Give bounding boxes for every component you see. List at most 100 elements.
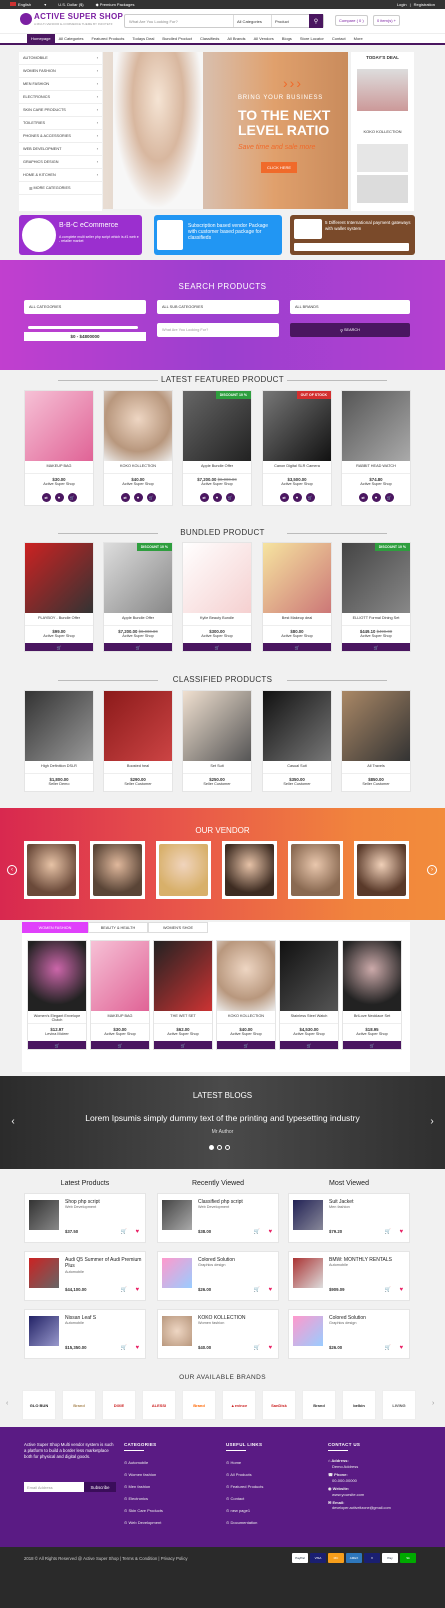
product-seller[interactable]: Active Super Shop — [343, 1032, 401, 1041]
product-seller[interactable]: Active Super Shop — [263, 634, 331, 643]
product-image[interactable] — [104, 691, 172, 761]
list-item[interactable]: Suit Jacket Men fashion $79.20 🛒 ♥ — [288, 1193, 410, 1243]
add-to-cart-button[interactable]: 🛒 — [28, 1041, 86, 1049]
list-item-name[interactable]: Audi Q5 Summer of Audi Premium Plus — [65, 1257, 143, 1269]
product-image[interactable]: DISCOUNT 10 % — [342, 543, 410, 613]
product-image[interactable] — [343, 941, 401, 1011]
product-card[interactable]: PLAYBOY - Bundle Offer $99.00 Active Super… — [24, 542, 94, 652]
product-name[interactable]: Best Makeup deal — [263, 613, 331, 625]
promo-b2b[interactable]: B-B-C eCommerce A complete multi seller … — [19, 215, 142, 255]
product-card[interactable]: High Definition DSLR $1,800.00 Seller Demo — [24, 690, 94, 792]
product-name[interactable]: Boosted heal — [104, 761, 172, 773]
cart-icon[interactable]: 🛒 — [254, 1345, 260, 1351]
product-card[interactable]: Best Makeup deal $80.00 Active Super Shop 🛒 — [262, 542, 332, 652]
product-image[interactable] — [25, 543, 93, 613]
add-to-cart-button[interactable]: 🛒 — [263, 643, 331, 651]
blog-dot[interactable] — [209, 1145, 214, 1150]
type-select[interactable]: Product — [271, 15, 309, 27]
footer-category-link[interactable]: ⊙ Web Development — [124, 1520, 161, 1525]
category-select[interactable]: All Categories — [233, 15, 271, 27]
newsletter-email-input[interactable]: Email Address — [24, 1482, 84, 1492]
product-name[interactable]: All Travels — [342, 761, 410, 773]
nav-todays-deal[interactable]: Todays Deal — [128, 34, 158, 43]
product-name[interactable]: Apple Bundle Offer — [104, 613, 172, 625]
product-image[interactable] — [263, 691, 331, 761]
premium-packages-link[interactable]: ◆ Premium Packages — [96, 2, 147, 7]
heart-icon[interactable]: ♥ — [292, 493, 302, 502]
brand-logo[interactable]: belkin — [342, 1390, 376, 1420]
heart-icon[interactable]: ♥ — [371, 493, 381, 502]
product-name[interactable]: Apple Bundle Offer — [183, 461, 251, 473]
list-item-image[interactable] — [162, 1200, 192, 1230]
tab-women-fashion[interactable]: WOMEN FASHION — [22, 922, 88, 933]
brand-logo[interactable]: LIVING — [382, 1390, 416, 1420]
add-to-cart-button[interactable]: 🛒 — [25, 643, 93, 651]
cart-icon[interactable]: 🛒 — [121, 1287, 127, 1293]
nav-bundled-product[interactable]: Bundled Product — [158, 34, 196, 43]
vendor-card[interactable] — [90, 841, 145, 899]
product-name[interactable]: ELLIOTT Formal Dining Set — [342, 613, 410, 625]
product-image[interactable] — [25, 391, 93, 461]
blog-dot[interactable] — [225, 1145, 230, 1150]
cart-icon[interactable]: 🛒 — [385, 1345, 391, 1351]
heart-icon[interactable]: ♥ — [268, 1287, 272, 1293]
footer-useful-link[interactable]: ⊙ Contact — [226, 1496, 244, 1501]
footer-useful-link[interactable]: ⊙ new page1 — [226, 1508, 250, 1513]
product-seller[interactable]: Active Super Shop — [25, 634, 93, 643]
category-item[interactable]: PHONES & ACCESSORIES › — [19, 130, 102, 143]
product-name[interactable]: Kylie Beauty Bundle — [183, 613, 251, 625]
product-seller[interactable]: Active Super Shop — [342, 482, 410, 491]
nav-blogs[interactable]: Blogs — [278, 34, 296, 43]
heart-icon[interactable]: ♥ — [135, 1229, 139, 1235]
deal-image[interactable] — [357, 69, 408, 111]
compare-button[interactable]: Compare ( 0 ) — [335, 15, 368, 26]
footer-category-link[interactable]: ⊙ Skin Care Products — [124, 1508, 163, 1513]
category-item[interactable]: GRAPHICS DESIGN › — [19, 156, 102, 169]
list-item-image[interactable] — [293, 1258, 323, 1288]
subscribe-button[interactable]: Subscribe — [84, 1482, 116, 1492]
product-image[interactable] — [183, 691, 251, 761]
category-item[interactable]: AUTOMOBILE › — [19, 52, 102, 65]
cart-button[interactable]: 0 item(s) + — [373, 15, 401, 26]
cart-icon[interactable]: 🛒 — [384, 493, 394, 502]
product-seller[interactable]: Active Super Shop — [183, 482, 251, 491]
product-card[interactable]: MAKEUP BAG $30.00 Active Super Shop ⇄ ♥ 🛒 — [24, 390, 94, 506]
product-image[interactable] — [104, 391, 172, 461]
heart-icon[interactable]: ♥ — [135, 1345, 139, 1351]
nav-all-brands[interactable]: All Brands — [223, 34, 249, 43]
category-item[interactable]: MEN FASHION › — [19, 78, 102, 91]
nav-contact[interactable]: Contact — [328, 34, 350, 43]
product-name[interactable]: BriLove Necklace Set — [343, 1011, 401, 1023]
list-item-image[interactable] — [29, 1200, 59, 1230]
product-seller[interactable]: Seller Customer — [183, 782, 251, 791]
product-card[interactable]: Stainless Steel Watch $4,530.00 Active S… — [279, 940, 339, 1050]
brand-logo[interactable]: GLO BUN — [22, 1390, 56, 1420]
product-seller[interactable]: Levina Mcleer — [28, 1032, 86, 1041]
add-to-cart-button[interactable]: 🛒 — [154, 1041, 212, 1049]
deal-item-name[interactable]: KOKO KOLLECTION — [351, 129, 414, 134]
vendor-card[interactable] — [222, 841, 277, 899]
category-item[interactable]: WOMEN FASHION › — [19, 65, 102, 78]
product-name[interactable]: Canon Digital SLR Camera — [263, 461, 331, 473]
list-item[interactable]: Audi Q5 Summer of Audi Premium Plus Auto… — [24, 1251, 146, 1301]
add-to-cart-button[interactable]: 🛒 — [104, 643, 172, 651]
currency-select[interactable]: U.S. Dollar ($) — [58, 2, 83, 7]
heart-icon[interactable]: ♥ — [399, 1229, 403, 1235]
list-item-image[interactable] — [162, 1258, 192, 1288]
promo-subscription[interactable]: Subscription based vendor Package with c… — [154, 215, 282, 255]
footer-category-link[interactable]: ⊙ Men fashion — [124, 1484, 150, 1489]
product-card[interactable]: All Travels $850.00 Seller Customer — [341, 690, 411, 792]
category-item[interactable]: SKIN CARE PRODUCTS › — [19, 104, 102, 117]
product-name[interactable]: Women's Elegant Envelope Clutch — [28, 1011, 86, 1023]
product-seller[interactable]: Seller Customer — [263, 782, 331, 791]
heart-icon[interactable]: ♥ — [135, 1287, 139, 1293]
compare-icon[interactable]: ⇄ — [279, 493, 289, 502]
product-image[interactable] — [25, 691, 93, 761]
category-item[interactable]: TOILETRIES › — [19, 117, 102, 130]
price-range-slider[interactable] — [28, 326, 138, 329]
footer-category-link[interactable]: ⊙ Electronics — [124, 1496, 148, 1501]
product-card[interactable]: OUT OF STOCK Canon Digital SLR Camera $3,5… — [262, 390, 332, 506]
deal-image-3[interactable] — [357, 175, 408, 203]
product-name[interactable]: THE WET SET — [154, 1011, 212, 1023]
nav-all-categories[interactable]: All Categories — [55, 34, 88, 43]
